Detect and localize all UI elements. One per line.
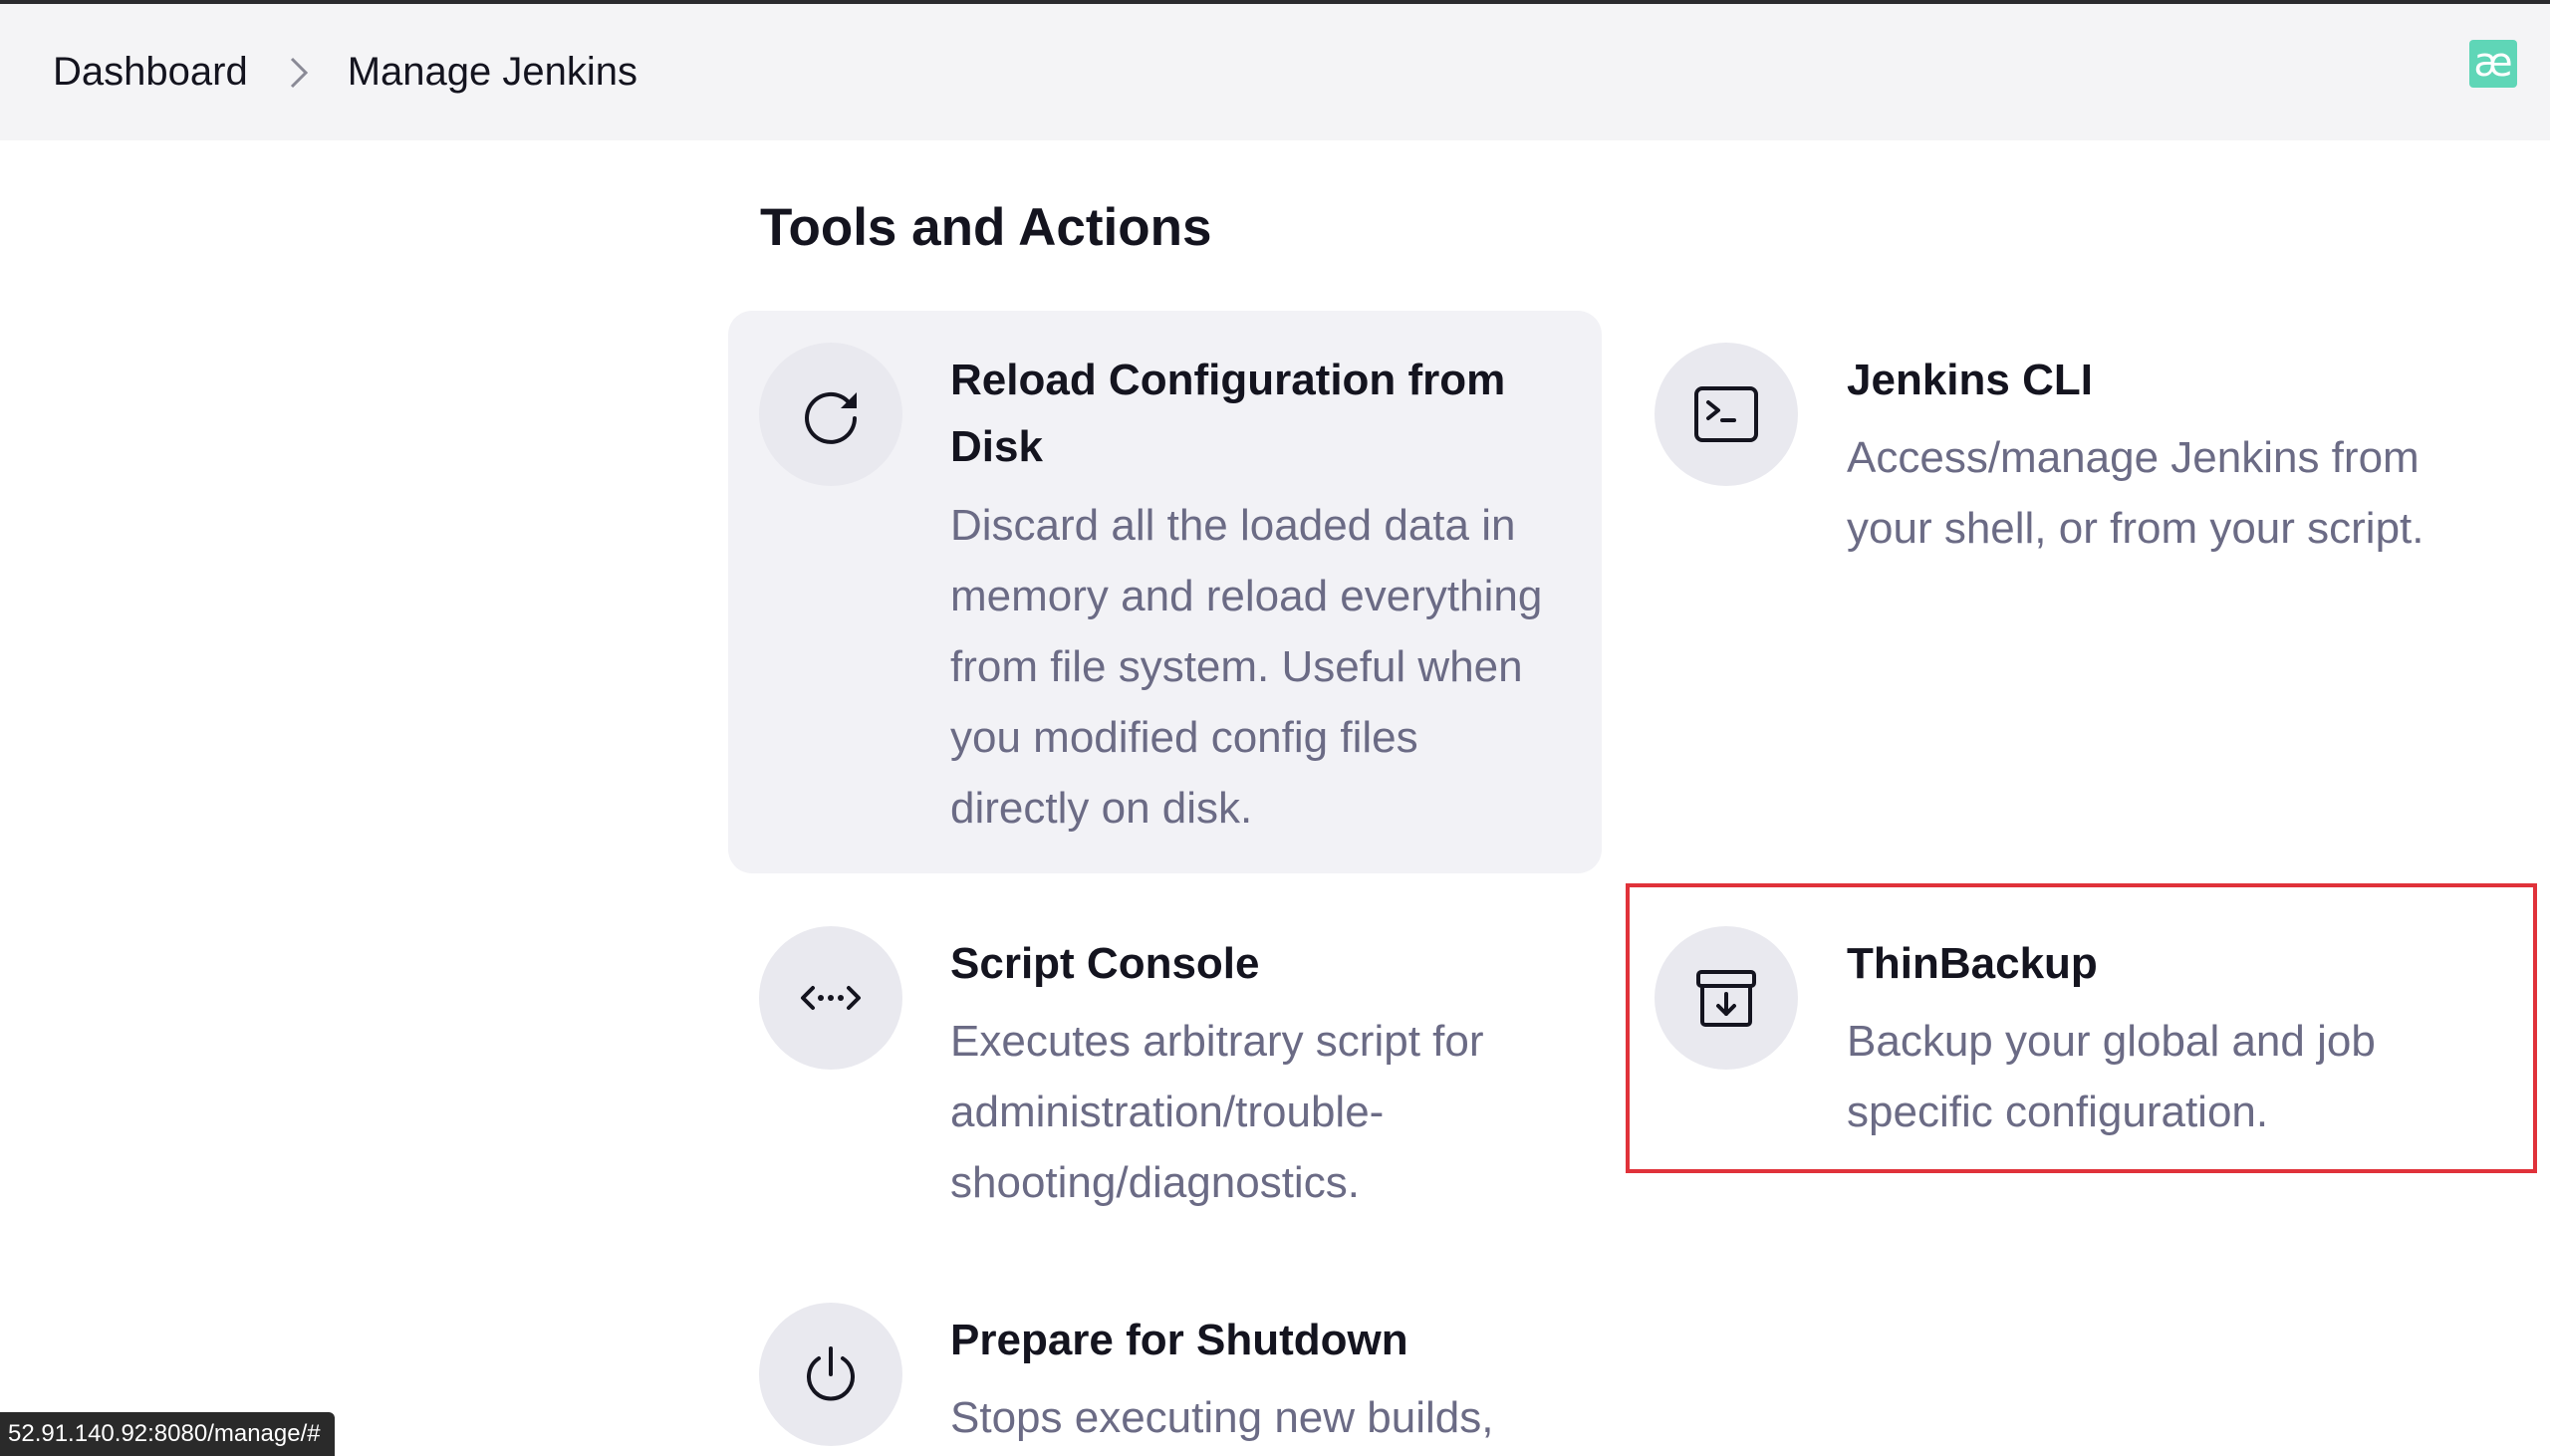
card-script-console[interactable]: Script Console Executes arbitrary script… bbox=[728, 896, 1602, 1235]
card-title: Prepare for Shutdown bbox=[950, 1316, 1408, 1364]
card-description: Access/manage Jenkins from your shell, o… bbox=[1847, 433, 2424, 553]
page-header: Dashboard Manage Jenkins æ bbox=[0, 4, 2550, 140]
card-jenkins-cli[interactable]: Jenkins CLI Access/manage Jenkins from y… bbox=[1626, 311, 2522, 609]
terminal-icon bbox=[1655, 343, 1798, 486]
breadcrumb-manage-jenkins[interactable]: Manage Jenkins bbox=[348, 50, 638, 95]
code-icon bbox=[759, 926, 902, 1070]
card-title: Script Console bbox=[950, 939, 1260, 988]
breadcrumb-dashboard[interactable]: Dashboard bbox=[53, 50, 248, 95]
section-title: Tools and Actions bbox=[760, 198, 1212, 257]
card-prepare-for-shutdown[interactable]: Prepare for Shutdown Stops executing new… bbox=[728, 1273, 1602, 1456]
card-title: Jenkins CLI bbox=[1847, 356, 2093, 404]
card-title: Reload Configuration from Disk bbox=[950, 356, 1506, 471]
status-bar-url: 52.91.140.92:8080/manage/# bbox=[0, 1412, 335, 1456]
card-description: Discard all the loaded data in memory an… bbox=[950, 501, 1543, 833]
card-description: Stops executing new builds, bbox=[950, 1393, 1494, 1442]
power-icon bbox=[759, 1303, 902, 1446]
thinbackup-highlight-box bbox=[1626, 883, 2537, 1173]
card-description: Executes arbitrary script for administra… bbox=[950, 1017, 1484, 1207]
chevron-right-icon bbox=[288, 53, 318, 93]
extension-logo-icon[interactable]: æ bbox=[2469, 40, 2517, 88]
card-reload-configuration[interactable]: Reload Configuration from Disk Discard a… bbox=[728, 311, 1602, 873]
reload-icon bbox=[759, 343, 902, 486]
breadcrumb: Dashboard Manage Jenkins bbox=[53, 50, 638, 95]
